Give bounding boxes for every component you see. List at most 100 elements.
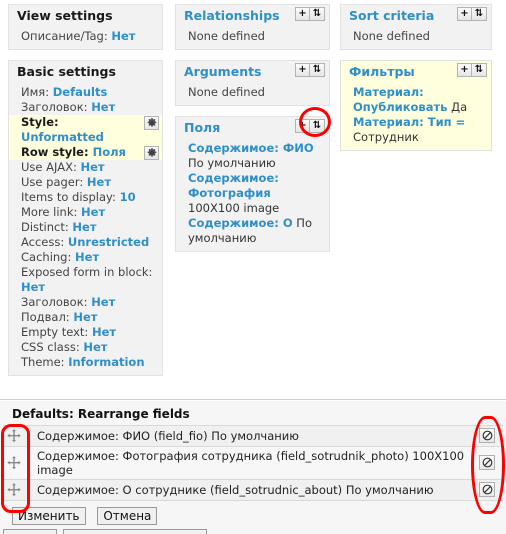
rearrange-fields-button[interactable]: ⇅ — [310, 119, 325, 133]
setting-row-empty-text: Empty text: Нет — [21, 325, 156, 340]
rearrange-arguments-button[interactable]: ⇅ — [310, 63, 325, 77]
setting-value-link[interactable]: Нет — [80, 160, 104, 174]
field-item: Содержимое: Фотография 100X100 image — [188, 171, 323, 216]
setting-row-name: Имя: Defaults — [21, 85, 156, 100]
panel-header-relationships: Relationships + ⇅ — [176, 5, 329, 28]
panel-body-arguments: None defined — [176, 84, 329, 105]
field-link[interactable]: Содержимое: О — [188, 216, 293, 230]
panel-filters: Фильтры + ⇅ Материал: Опубликовать Да Ма… — [340, 60, 492, 151]
cancel-button[interactable]: Отмена — [97, 507, 158, 525]
field-detail: 100X100 image — [188, 201, 280, 215]
setting-value-link[interactable]: Нет — [92, 325, 116, 339]
drag-handle-cell[interactable] — [3, 479, 33, 501]
table-row: Содержимое: Фотография сотрудника (field… — [3, 446, 503, 480]
filter-item: Материал: Опубликовать Да — [353, 85, 485, 115]
field-row-label: Содержимое: Фотография сотрудника (field… — [33, 446, 471, 480]
rearrange-sort-criteria-button[interactable]: ⇅ — [472, 7, 487, 21]
panel-body-relationships: None defined — [176, 28, 329, 49]
setting-value-link[interactable]: Нет — [73, 310, 97, 324]
page-bottom-partial-elements — [3, 529, 207, 534]
setting-value-link[interactable]: Unrestricted — [68, 235, 149, 249]
setting-label: Empty text: — [21, 325, 89, 339]
table-row: Содержимое: ФИО (field_fio) По умолчанию — [3, 425, 503, 447]
setting-value-link[interactable]: Нет — [75, 250, 99, 264]
setting-value-link[interactable]: Нет — [83, 340, 107, 354]
panel-title-sort-criteria[interactable]: Sort criteria — [349, 8, 434, 23]
setting-value-link[interactable]: Unformatted — [21, 130, 104, 144]
move-handle-icon[interactable] — [7, 483, 29, 497]
filter-link[interactable]: Материал: Тип = — [353, 115, 465, 129]
setting-label: CSS class: — [21, 340, 80, 354]
setting-value-link[interactable]: Поля — [93, 145, 126, 159]
setting-value-link[interactable]: 10 — [120, 190, 136, 204]
setting-value-link[interactable]: Нет — [91, 295, 115, 309]
panel-actions: + ⇅ — [295, 63, 325, 77]
setting-row-exposed-form-in-block: Exposed form in block: Нет — [21, 265, 156, 295]
panel-sort-criteria: Sort criteria + ⇅ None defined — [340, 4, 492, 50]
setting-label: Items to display: — [21, 190, 116, 204]
add-sort-criteria-button[interactable]: + — [457, 7, 472, 21]
rearrange-filters-button[interactable]: ⇅ — [472, 63, 487, 77]
setting-row-css-class: CSS class: Нет — [21, 340, 156, 355]
remove-field-button[interactable] — [479, 482, 495, 497]
panel-title-filters[interactable]: Фильтры — [349, 64, 415, 79]
panel-actions: + ⇅ — [457, 7, 487, 21]
add-relationship-button[interactable]: + — [295, 7, 310, 21]
style-settings-gear-button[interactable] — [144, 116, 159, 130]
panel-actions: + ⇅ — [295, 119, 325, 133]
drag-handle-cell[interactable] — [3, 446, 33, 480]
drag-handle-cell[interactable] — [3, 425, 33, 447]
add-filter-button[interactable]: + — [457, 63, 472, 77]
panel-body-filters: Материал: Опубликовать Да Материал: Тип … — [341, 84, 491, 150]
setting-value-link[interactable]: Нет — [111, 29, 135, 43]
field-link[interactable]: Содержимое: Фотография — [188, 171, 279, 200]
row-style-settings-gear-button[interactable] — [144, 146, 159, 160]
panel-title-fields[interactable]: Поля — [184, 120, 220, 135]
setting-label: Theme: — [21, 355, 65, 369]
remove-field-button[interactable] — [479, 455, 495, 470]
filter-link[interactable]: Материал: Опубликовать — [353, 85, 447, 114]
setting-value-link[interactable]: Нет — [87, 175, 111, 189]
delete-cell[interactable] — [471, 479, 503, 501]
field-detail: По умолчанию — [188, 156, 276, 170]
form-actions: Изменить Отмена — [0, 501, 506, 525]
no-entry-icon — [482, 457, 493, 468]
setting-value-link[interactable]: Defaults — [53, 85, 108, 99]
remove-field-button[interactable] — [479, 428, 495, 443]
panel-header-arguments: Arguments + ⇅ — [176, 61, 329, 84]
add-argument-button[interactable]: + — [295, 63, 310, 77]
empty-text: None defined — [188, 85, 265, 99]
setting-value-link[interactable]: Information — [68, 355, 144, 369]
add-field-button[interactable]: + — [295, 119, 310, 133]
setting-label: Имя: — [21, 85, 50, 99]
filter-detail: Сотрудник — [353, 130, 419, 144]
panel-header-fields: Поля + ⇅ — [176, 117, 329, 140]
panel-title-relationships[interactable]: Relationships — [184, 8, 280, 23]
panel-arguments: Arguments + ⇅ None defined — [175, 60, 330, 106]
setting-row-distinct: Distinct: Нет — [21, 220, 156, 235]
setting-row-footer: Подвал: Нет — [21, 310, 156, 325]
setting-value-link[interactable]: Нет — [81, 205, 105, 219]
filter-detail: Да — [451, 100, 468, 114]
setting-label: Заголовок: — [21, 295, 88, 309]
panel-body-view-settings: Описание/Tag: Нет — [9, 28, 162, 49]
delete-cell[interactable] — [471, 425, 503, 447]
move-handle-icon[interactable] — [7, 429, 29, 443]
move-handle-icon[interactable] — [7, 456, 29, 470]
delete-cell[interactable] — [471, 446, 503, 480]
panel-title-view-settings: View settings — [17, 8, 113, 23]
field-link[interactable]: Содержимое: ФИО — [188, 141, 314, 155]
field-row-label: Содержимое: ФИО (field_fio) По умолчанию — [33, 425, 471, 447]
rearrange-fields-form: Defaults: Rearrange fields Содержимое: Ф… — [0, 401, 506, 534]
panel-header-filters: Фильтры + ⇅ — [341, 61, 491, 84]
rearrange-relationships-button[interactable]: ⇅ — [310, 7, 325, 21]
setting-row-header: Заголовок: Нет — [21, 295, 156, 310]
partial-element — [3, 529, 57, 534]
setting-value-link[interactable]: Нет — [72, 220, 96, 234]
panel-body-basic-settings: Имя: Defaults Заголовок: Нет Style: Unfo… — [9, 84, 162, 375]
setting-value-link[interactable]: Нет — [91, 100, 115, 114]
submit-button[interactable]: Изменить — [12, 507, 86, 525]
setting-value-link[interactable]: Нет — [21, 280, 45, 294]
panel-fields: Поля + ⇅ Содержимое: ФИО По умолчанию Со… — [175, 116, 330, 252]
panel-title-arguments[interactable]: Arguments — [184, 64, 262, 79]
